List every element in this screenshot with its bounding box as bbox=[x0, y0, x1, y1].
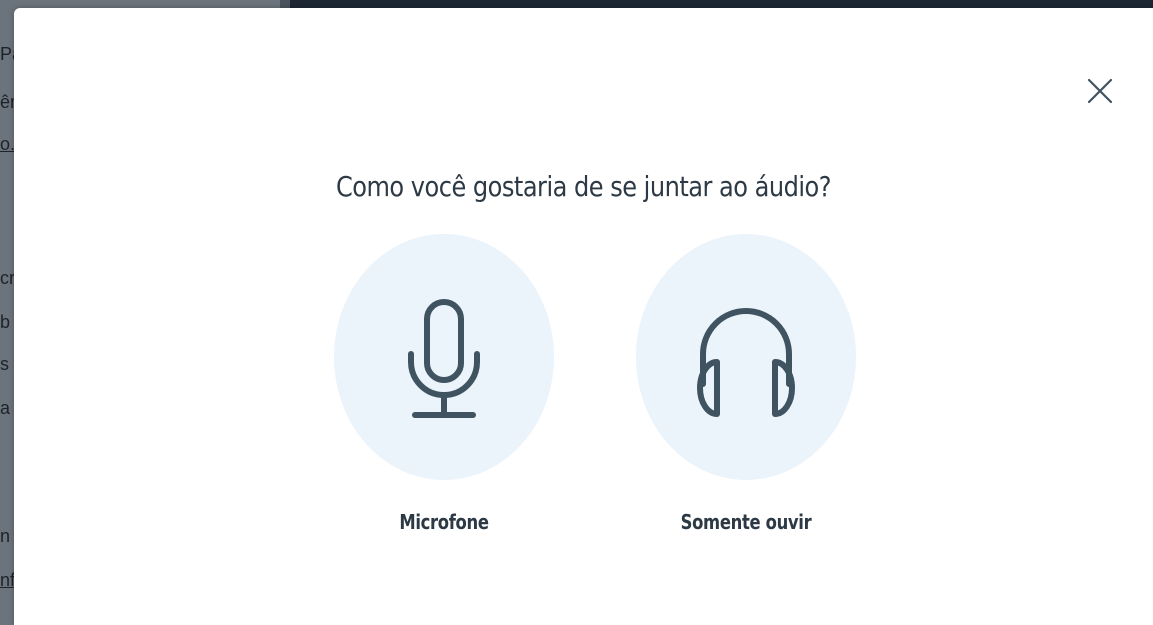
listen-only-option[interactable]: Somente ouvir bbox=[636, 234, 856, 534]
background-text-fragment: n bbox=[0, 526, 11, 546]
join-audio-modal: Como você gostaria de se juntar ao áudio… bbox=[14, 8, 1153, 625]
headphones-icon bbox=[697, 308, 795, 417]
background-text-fragment: b bbox=[0, 312, 11, 332]
screen: Pa ên o.l cr b s a n nf Como você gostar… bbox=[0, 0, 1153, 625]
microphone-option-label: Microfone bbox=[399, 510, 489, 534]
close-button[interactable] bbox=[1083, 74, 1117, 108]
background-text-fragment: cr bbox=[0, 268, 15, 288]
listen-only-option-circle[interactable] bbox=[636, 234, 856, 480]
microphone-option-circle[interactable] bbox=[334, 234, 554, 480]
modal-title: Como você gostaria de se juntar ao áudio… bbox=[335, 170, 832, 203]
background-link-fragment: nf bbox=[0, 570, 16, 590]
close-x-icon bbox=[1087, 78, 1113, 104]
background-text-fragment: s bbox=[0, 354, 9, 374]
listen-only-option-label: Somente ouvir bbox=[680, 510, 812, 534]
microphone-icon bbox=[408, 299, 480, 418]
microphone-option[interactable]: Microfone bbox=[334, 234, 554, 534]
background-text-fragment: a bbox=[0, 398, 11, 418]
